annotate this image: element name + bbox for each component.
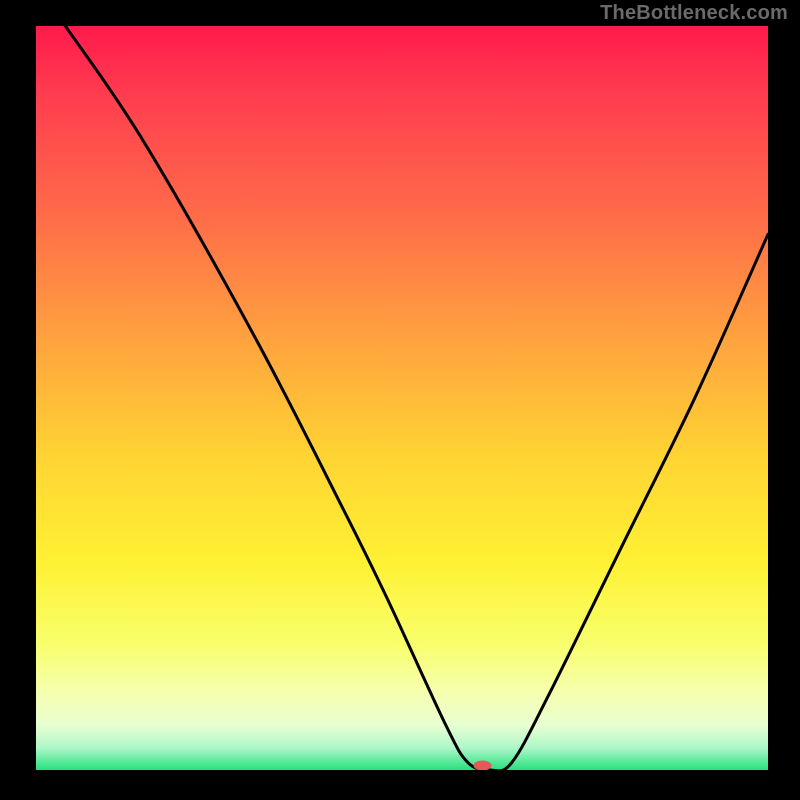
chart-frame: TheBottleneck.com <box>0 0 800 800</box>
optimum-marker <box>474 761 492 771</box>
watermark-text: TheBottleneck.com <box>600 2 788 25</box>
plot-background <box>36 26 768 770</box>
bottleneck-chart <box>0 0 800 800</box>
